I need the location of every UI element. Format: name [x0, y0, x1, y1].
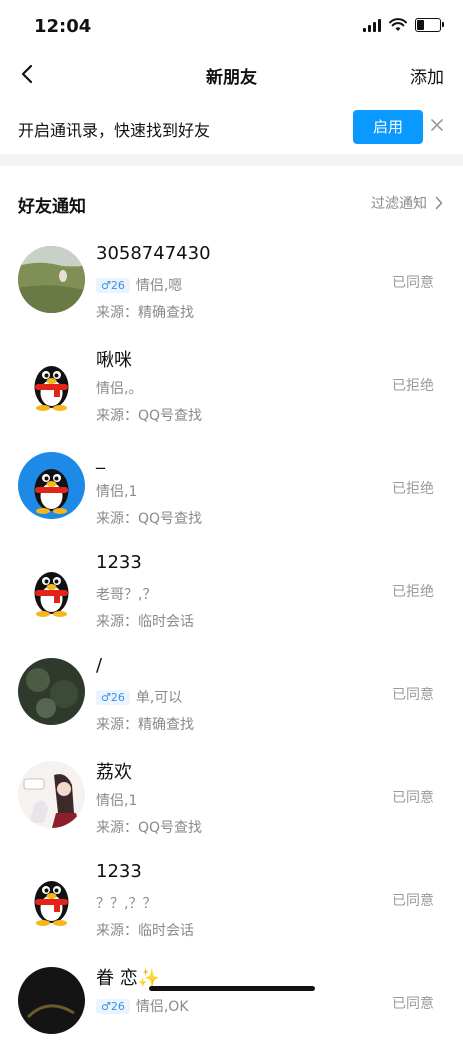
request-message-line: 情侣,1 [96, 481, 137, 501]
request-source: 来源：QQ号查找 [96, 408, 203, 424]
request-name: / [96, 655, 103, 676]
filter-notifications-label: 过滤通知 [371, 196, 427, 212]
avatar[interactable] [18, 555, 85, 622]
gender-age-badge: ♂26 [96, 277, 130, 293]
request-status: 已拒绝 [392, 378, 434, 394]
wifi-icon [389, 18, 407, 31]
avatar[interactable] [18, 246, 85, 313]
list-item[interactable]: / ♂26 单,可以 来源：精确查找 已同意 [0, 642, 463, 745]
request-message: 老哥？,？ [96, 587, 157, 603]
request-message: 情侣,1 [96, 484, 138, 500]
status-icons [363, 18, 444, 32]
avatar[interactable] [18, 967, 85, 1034]
home-indicator[interactable] [149, 986, 315, 991]
request-name: 荔欢 [96, 762, 132, 783]
close-icon[interactable] [429, 117, 445, 133]
qq-penguin-icon [18, 452, 85, 519]
request-message: 情侣,OK [135, 999, 189, 1015]
request-status: 已同意 [392, 687, 434, 703]
request-source: 来源：精确查找 [96, 305, 194, 321]
request-name: _ [96, 449, 105, 470]
avatar[interactable] [18, 761, 85, 828]
request-name: 1233 [96, 861, 142, 882]
request-message-line: 情侣,1 [96, 790, 137, 810]
gender-age-badge: ♂26 [96, 689, 130, 705]
request-message-line: 情侣,。 [96, 378, 142, 398]
cellular-signal-icon [363, 18, 381, 32]
filter-notifications-link[interactable]: 过滤通知 [371, 193, 443, 213]
request-name: 1233 [96, 552, 142, 573]
request-source: 来源：临时会话 [96, 614, 194, 630]
contacts-banner: 开启通讯录，快速找到好友 启用 [0, 104, 463, 150]
list-item[interactable]: 啾咪 情侣,。 来源：QQ号查找 已拒绝 [0, 333, 463, 436]
page-title: 新朋友 [206, 68, 257, 88]
avatar[interactable] [18, 349, 85, 416]
request-status: 已同意 [392, 893, 434, 909]
request-message-line: ♂26 情侣,OK [96, 996, 189, 1016]
status-bar: 12:04 [0, 0, 463, 52]
avatar[interactable] [18, 658, 85, 725]
request-source: 来源：QQ号查找 [96, 820, 203, 836]
request-name: 3058747430 [96, 243, 211, 264]
avatar[interactable] [18, 452, 85, 519]
contacts-banner-text: 开启通讯录，快速找到好友 [18, 121, 211, 140]
list-item[interactable]: _ 情侣,1 来源：QQ号查找 已拒绝 [0, 436, 463, 539]
list-item[interactable]: 荔欢 情侣,1 来源：QQ号查找 已同意 [0, 745, 463, 848]
request-source: 来源：临时会话 [96, 923, 194, 939]
request-status: 已拒绝 [392, 481, 434, 497]
section-divider [0, 154, 463, 166]
request-message: 单,可以 [135, 690, 183, 706]
enable-contacts-button[interactable]: 启用 [353, 110, 423, 144]
section-header: 好友通知 过滤通知 [0, 180, 463, 224]
list-item[interactable]: 3058747430 ♂26 情侣,嗯 来源：精确查找 已同意 [0, 230, 463, 333]
request-status: 已同意 [392, 996, 434, 1012]
friend-request-list: 3058747430 ♂26 情侣,嗯 来源：精确查找 已同意 啾咪 情侣,。 … [0, 230, 463, 1054]
request-message: ？？,？？ [96, 896, 157, 912]
request-message: 情侣,1 [96, 793, 138, 809]
list-item[interactable]: 眷 恋✨ ♂26 情侣,OK 已同意 [0, 951, 463, 1054]
request-message: 情侣,。 [96, 381, 143, 397]
qq-penguin-icon [18, 555, 85, 622]
qq-penguin-icon [18, 349, 85, 416]
request-status: 已拒绝 [392, 584, 434, 600]
request-status: 已同意 [392, 790, 434, 806]
request-status: 已同意 [392, 275, 434, 291]
gender-age-badge: ♂26 [96, 998, 130, 1014]
status-time: 12:04 [34, 16, 92, 37]
section-title: 好友通知 [18, 197, 86, 217]
request-message: 情侣,嗯 [135, 278, 183, 294]
list-item[interactable]: 1233 老哥？,？ 来源：临时会话 已拒绝 [0, 539, 463, 642]
request-message-line: 老哥？,？ [96, 584, 156, 604]
request-message-line: ？？,？？ [96, 893, 156, 913]
list-item[interactable]: 1233 ？？,？？ 来源：临时会话 已同意 [0, 848, 463, 951]
request-name: 啾咪 [96, 350, 132, 371]
battery-icon [415, 18, 444, 32]
request-source: 来源：精确查找 [96, 717, 194, 733]
chevron-right-icon [435, 196, 443, 210]
qq-penguin-icon [18, 864, 85, 931]
add-button[interactable]: 添加 [410, 63, 444, 88]
avatar[interactable] [18, 864, 85, 931]
request-source: 来源：QQ号查找 [96, 511, 203, 527]
request-message-line: ♂26 单,可以 [96, 687, 182, 707]
request-message-line: ♂26 情侣,嗯 [96, 275, 182, 295]
nav-bar: 新朋友 添加 [0, 52, 463, 96]
